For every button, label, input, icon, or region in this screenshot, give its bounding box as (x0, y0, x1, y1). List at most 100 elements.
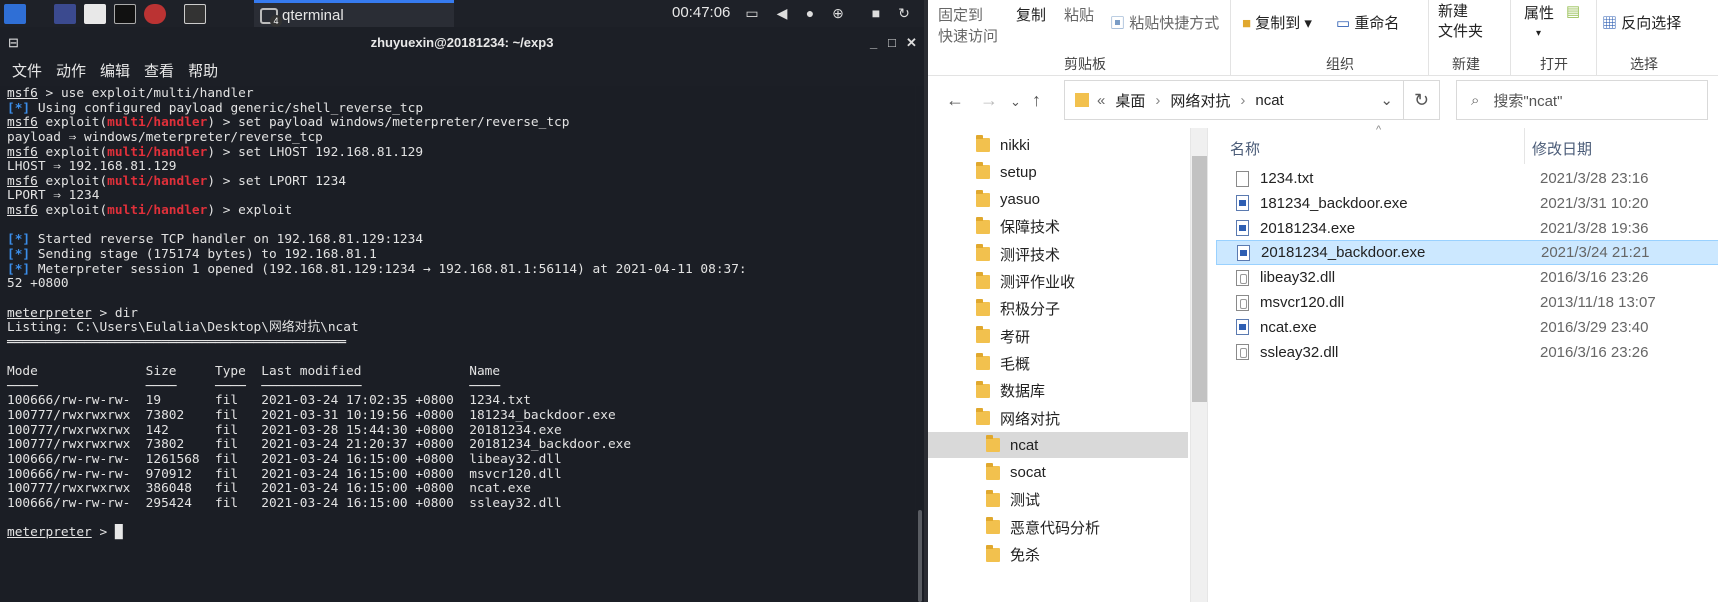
terminal-line: 100777/rwxrwxrwx 73802 fil 2021-03-24 21… (7, 437, 632, 453)
file-row[interactable]: ncat.exe 2016/3/29 23:40 (1216, 315, 1718, 340)
nav-item-label: 数据库 (1000, 383, 1046, 401)
terminal-scrollbar-thumb[interactable] (918, 510, 922, 602)
breadcrumb-ncat[interactable]: ncat (1255, 92, 1283, 109)
terminal-line: payload ⇒ windows/meterpreter/reverse_tc… (7, 129, 323, 145)
nav-item-4[interactable]: 测评技术 (928, 241, 1188, 267)
close-button[interactable]: ✕ (906, 31, 917, 55)
nav-item-8[interactable]: 毛概 (928, 350, 1188, 376)
nav-item-0[interactable]: nikki (928, 132, 1188, 158)
file-row[interactable]: 20181234_backdoor.exe 2021/3/24 21:21 (1216, 240, 1718, 266)
nav-item-2[interactable]: yasuo (928, 187, 1188, 213)
new-folder-button[interactable]: 新建 文件夹 (1438, 2, 1483, 42)
column-divider[interactable] (1524, 128, 1525, 164)
folder-icon: ■ (1242, 15, 1252, 32)
column-modified-header[interactable]: 修改日期 (1532, 138, 1592, 159)
taskbar-qterminal-button[interactable]: 4 qterminal (254, 0, 454, 27)
open-small-icon[interactable]: ▤ (1566, 2, 1580, 20)
column-name-header[interactable]: 名称 (1230, 138, 1260, 159)
breadcrumb-desktop[interactable]: 桌面 (1115, 90, 1145, 111)
nav-scrollbar[interactable] (1190, 128, 1208, 602)
nav-item-14[interactable]: 恶意代码分析 (928, 514, 1188, 540)
search-input[interactable]: ⌕ 搜索"ncat" (1456, 80, 1708, 120)
minimize-button[interactable]: _ (870, 31, 877, 55)
nav-scrollbar-thumb[interactable] (1192, 156, 1207, 402)
file-row[interactable]: msvcr120.dll 2013/11/18 13:07 (1216, 290, 1718, 315)
nav-item-5[interactable]: 测评作业收 (928, 269, 1188, 295)
forward-button[interactable]: → (980, 90, 998, 111)
nav-item-9[interactable]: 数据库 (928, 378, 1188, 404)
file-row[interactable]: 20181234.exe 2021/3/28 19:36 (1216, 216, 1718, 241)
desktop-icon[interactable] (54, 3, 76, 24)
terminal-line: LHOST ⇒ 192.168.81.129 (7, 159, 177, 175)
kali-menu-icon[interactable] (4, 3, 26, 24)
nav-item-3[interactable]: 保障技术 (928, 214, 1188, 240)
properties-button[interactable]: 属性 ▾ (1524, 2, 1554, 40)
copy-to-button[interactable]: ■ 复制到 ▾ (1242, 12, 1312, 33)
file-name: msvcr120.dll (1260, 294, 1345, 311)
refresh-icon[interactable]: ↻ (896, 5, 912, 21)
dll-file-icon (1236, 294, 1249, 311)
folder-icon (976, 298, 990, 316)
file-row[interactable]: ssleay32.dll 2016/3/16 23:26 (1216, 340, 1718, 365)
terminal-line: [*] Using configured payload generic/she… (7, 100, 424, 116)
nav-item-1[interactable]: setup (928, 159, 1188, 185)
folder-icon (976, 408, 990, 425)
back-button[interactable]: ← (946, 90, 964, 111)
menu-view[interactable]: 查看 (144, 60, 174, 81)
paste-button[interactable]: 粘贴 (1064, 4, 1094, 25)
terminal-launcher-icon[interactable] (114, 3, 136, 24)
terminal-titlebar[interactable]: ⊟ zhuyuexin@20181234: ~/exp3 _ □ ✕ (0, 31, 924, 55)
refresh-button[interactable]: ↻ (1404, 80, 1440, 120)
address-dropdown-icon[interactable]: ⌄ (1380, 91, 1393, 109)
terminal-line: msf6 exploit(multi/handler) > exploit (7, 203, 293, 219)
paste-shortcut-button[interactable]: ▣ 粘贴快捷方式 (1110, 12, 1219, 33)
sort-ascending-icon: ^ (1376, 124, 1382, 136)
rename-button[interactable]: ▭ 重命名 (1336, 12, 1399, 33)
file-row[interactable]: 181234_backdoor.exe 2021/3/31 10:20 (1216, 191, 1718, 216)
clock[interactable]: 00:47:06 (672, 4, 730, 21)
notification-bell-icon[interactable]: ● (802, 5, 818, 21)
invert-selection-button[interactable]: ▦ 反向选择 (1602, 12, 1681, 33)
nav-item-10[interactable]: 网络对抗 (928, 405, 1188, 431)
nav-item-label: 积极分子 (1000, 301, 1061, 319)
file-row[interactable]: 1234.txt 2021/3/28 23:16 (1216, 166, 1718, 191)
terminal-cursor: █ (114, 525, 123, 541)
nav-item-6[interactable]: 积极分子 (928, 296, 1188, 322)
file-modified-date: 2021/3/28 19:36 (1540, 219, 1649, 237)
terminal-window-icon[interactable]: ⊟ (8, 31, 19, 55)
folder-icon (976, 353, 990, 371)
browser-icon[interactable] (144, 3, 166, 24)
volume-icon[interactable]: ◀ (774, 5, 790, 21)
nav-item-label: 恶意代码分析 (1010, 519, 1101, 537)
file-manager-icon[interactable] (84, 3, 106, 24)
recent-locations-button[interactable]: ⌄ (1010, 94, 1021, 110)
power-icon[interactable]: ⊕ (830, 5, 846, 21)
pin-quick-access-button[interactable]: 固定到 快速访问 (938, 4, 998, 46)
up-button[interactable]: ↑ (1032, 90, 1041, 111)
display-icon[interactable]: ▭ (744, 5, 760, 21)
terminal-scrollbar[interactable] (916, 86, 924, 602)
address-bar[interactable]: « 桌面 › 网络对抗 › ncat ⌄ (1064, 80, 1404, 120)
nav-item-label: 免杀 (1010, 547, 1041, 564)
file-row[interactable]: libeay32.dll 2016/3/16 23:26 (1216, 265, 1718, 290)
copy-button[interactable]: 复制 (1016, 4, 1046, 25)
folder-icon (976, 380, 990, 398)
nav-item-7[interactable]: 考研 (928, 323, 1188, 349)
nav-item-12[interactable]: socat (928, 460, 1188, 486)
breadcrumb-separator-icon: › (1155, 91, 1161, 109)
file-modified-date: 2013/11/18 13:07 (1540, 294, 1656, 311)
nav-item-13[interactable]: 测试 (928, 487, 1188, 513)
lock-icon[interactable]: ■ (868, 5, 884, 21)
menu-edit[interactable]: 编辑 (100, 60, 130, 81)
menu-help[interactable]: 帮助 (188, 60, 218, 81)
menu-file[interactable]: 文件 (12, 60, 42, 81)
nav-item-15[interactable]: 免杀 (928, 542, 1188, 568)
nav-item-11[interactable]: ncat (928, 432, 1188, 459)
menu-action[interactable]: 动作 (56, 60, 86, 81)
terminal-output[interactable]: msf6 > use exploit/multi/handler [*] Usin… (0, 86, 915, 602)
address-overflow[interactable]: « (1097, 92, 1105, 109)
workspace-icon[interactable] (184, 3, 206, 24)
maximize-button[interactable]: □ (888, 31, 896, 55)
breadcrumb-network[interactable]: 网络对抗 (1170, 90, 1230, 111)
